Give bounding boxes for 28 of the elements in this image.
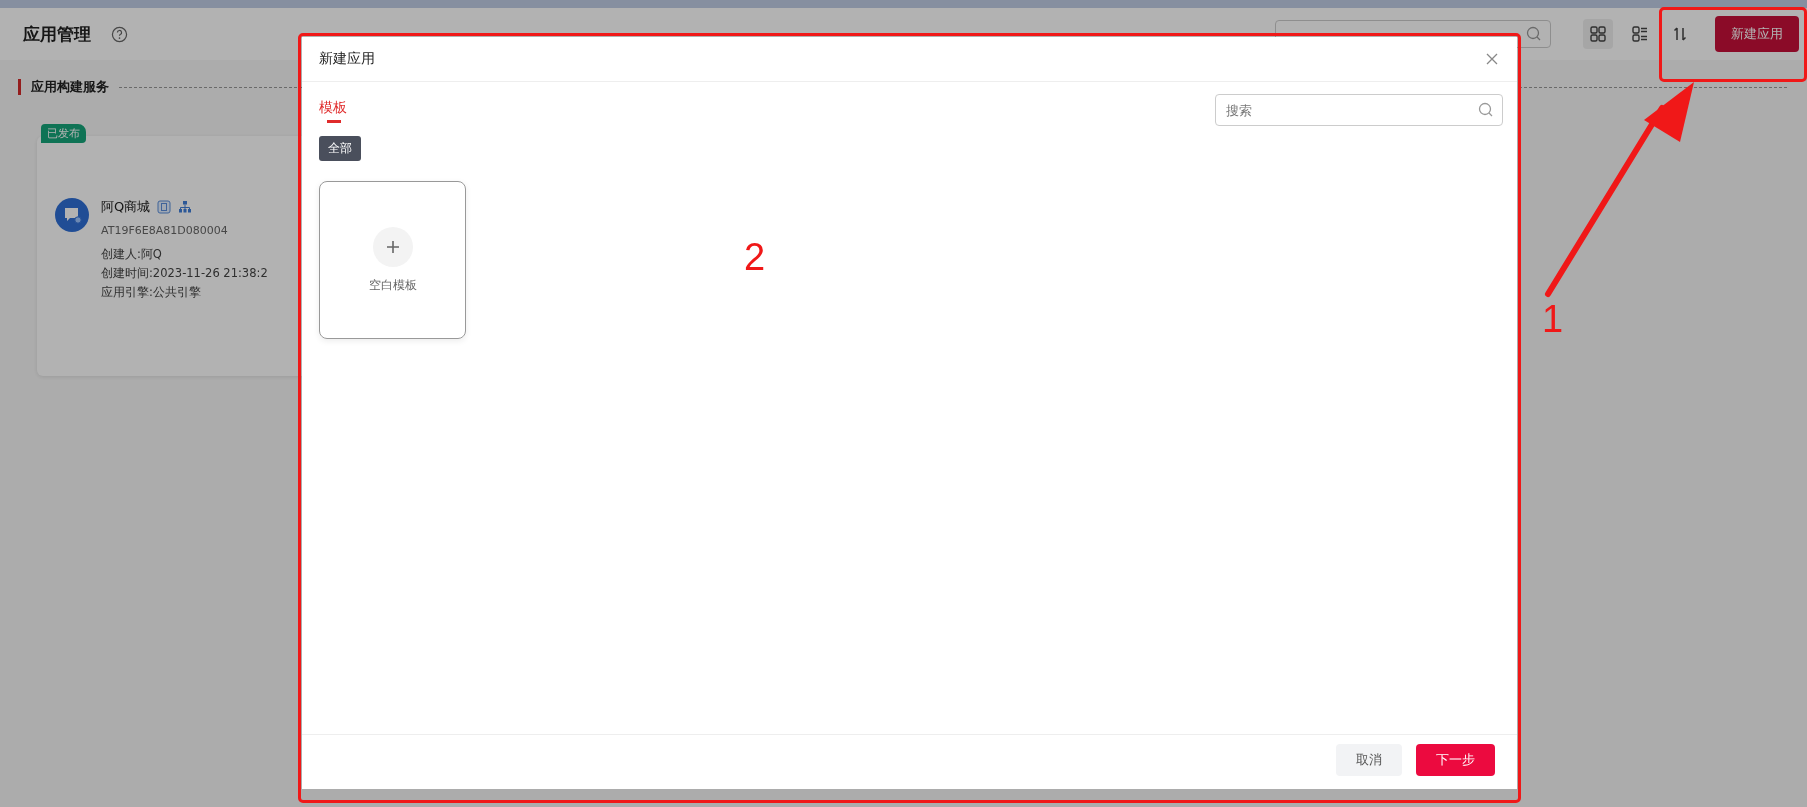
grid-view-icon[interactable] (1583, 19, 1613, 49)
annotation-number: 2 (744, 236, 766, 279)
status-badge: 已发布 (41, 124, 86, 143)
search-icon (1526, 26, 1542, 42)
document-icon (157, 200, 172, 214)
app-code: AT19F6E8A81D080004 (101, 224, 229, 237)
next-button[interactable]: 下一步 (1416, 744, 1495, 776)
annotation-number: 1 (1542, 298, 1564, 341)
cancel-button[interactable]: 取消 (1336, 744, 1402, 776)
app-detail: 创建时间:2023-11-26 21:38:2 (101, 266, 268, 281)
app-avatar-icon (55, 198, 89, 232)
section-title: 应用构建服务 (31, 78, 109, 96)
search-field[interactable]: 搜索 (1215, 94, 1503, 126)
sort-icon[interactable] (1671, 25, 1689, 43)
help-icon[interactable] (111, 25, 128, 43)
search-icon (1478, 102, 1494, 118)
app-detail: 应用引擎:公共引擎 (101, 285, 202, 300)
template-card[interactable]: 空白模板 (319, 181, 466, 339)
app-name: 阿Q商城 (101, 198, 151, 216)
filter-chip[interactable]: 全部 (319, 136, 361, 161)
hierarchy-icon (178, 200, 193, 214)
page-title: 应用管理 (23, 22, 91, 46)
close-icon[interactable] (1485, 52, 1499, 66)
new-app-button[interactable]: 新建应用 (1715, 16, 1799, 52)
template-label: 空白模板 (368, 276, 417, 294)
dialog-title: 新建应用 (319, 50, 375, 68)
plus-icon (372, 226, 413, 267)
app-detail: 创建人:阿Q (101, 247, 163, 262)
